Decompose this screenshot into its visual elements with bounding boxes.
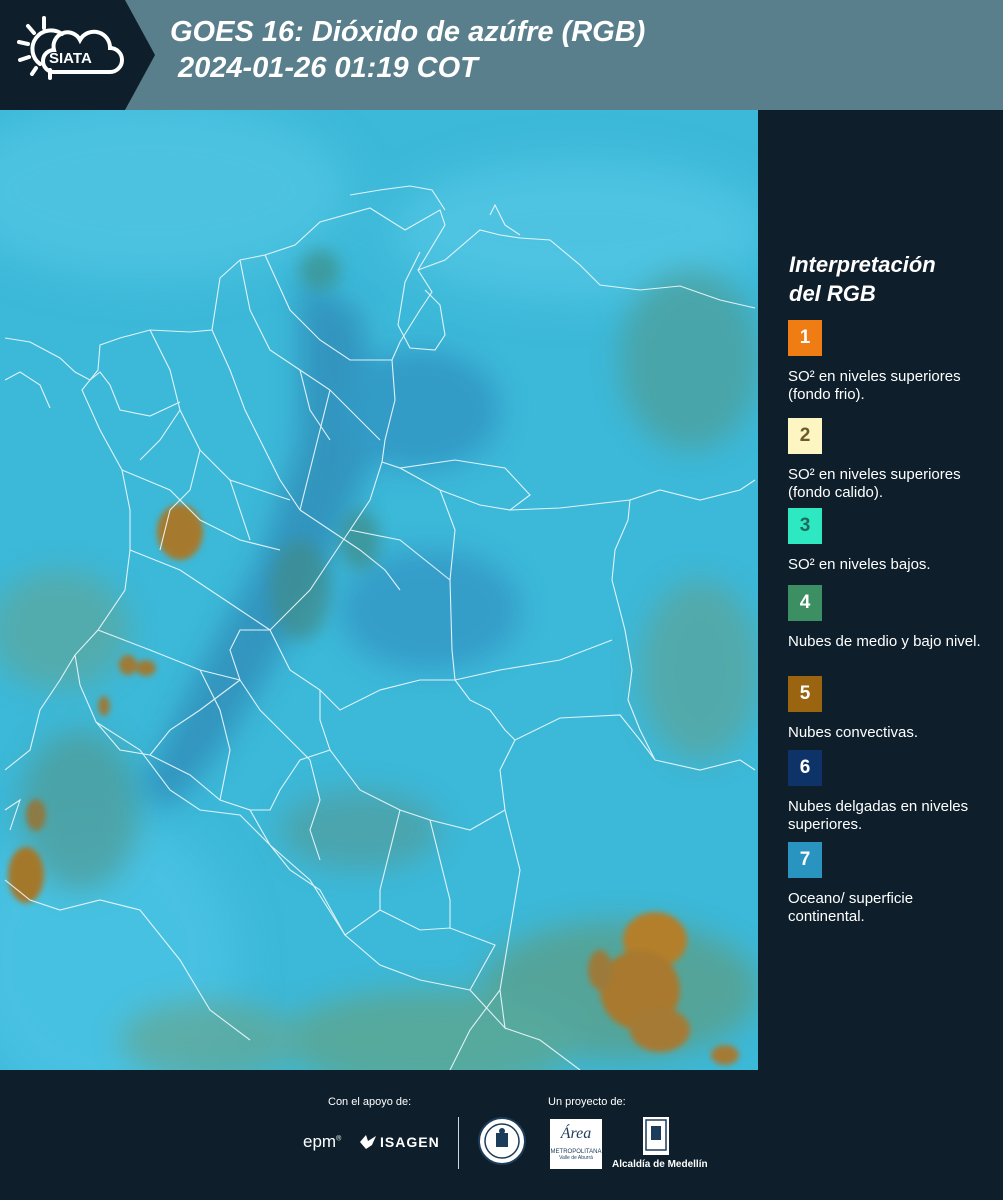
legend-item-2: 2 SO² en niveles superiores (fondo calido…: [788, 418, 988, 502]
legend-description: SO² en niveles superiores (fondo frio).: [788, 368, 961, 403]
shield-icon: [645, 1119, 667, 1151]
legend-swatch: 4: [788, 585, 822, 621]
area-metropolitana-logo: Área METROPOLITANA Valle de Aburrá: [550, 1119, 602, 1169]
isagen-logo-icon: [360, 1135, 376, 1149]
footer: Con el apoyo de: Un proyecto de: epm® IS…: [0, 1070, 1003, 1200]
title-line-1: GOES 16: Dióxido de azúfre (RGB): [170, 16, 646, 48]
legend-swatch: 3: [788, 508, 822, 544]
footer-divider: [458, 1117, 459, 1169]
legend-description: SO² en niveles bajos.: [788, 556, 931, 573]
alcaldia-text: Alcaldía de Medellín: [612, 1159, 708, 1170]
legend-swatch: 5: [788, 676, 822, 712]
support-label: Con el apoyo de:: [328, 1096, 412, 1108]
legend-panel: Interpretación del RGB 1 SO² en niveles s…: [758, 110, 1003, 1070]
header-bar: SIATA GOES 16: Dióxido de azúfre (RGB) 2…: [0, 0, 1003, 110]
legend-swatch: 1: [788, 320, 822, 356]
legend-item-7: 7 Oceano/ superficie continental.: [788, 842, 988, 926]
legend-description: Nubes convectivas.: [788, 724, 919, 741]
legend-item-4: 4 Nubes de medio y bajo nivel.: [788, 585, 988, 651]
epm-logo: epm®: [303, 1132, 342, 1151]
legend-swatch: 2: [788, 418, 822, 454]
legend-item-1: 1 SO² en niveles superiores (fondo frio).: [788, 320, 988, 404]
legend-swatch: 6: [788, 750, 822, 786]
so2-rgb-image: [0, 110, 758, 1070]
page-title: GOES 16: Dióxido de azúfre (RGB) 2024-01…: [170, 14, 645, 86]
legend-description: Nubes de medio y bajo nivel.: [788, 633, 981, 650]
siata-logo-icon: SIATA: [17, 16, 124, 80]
legend-item-6: 6 Nubes delgadas en niveles superiores.: [788, 750, 988, 834]
legend-title: Interpretación del RGB: [789, 250, 989, 308]
area-logo-word: Área: [560, 1125, 592, 1142]
satellite-map[interactable]: [0, 110, 758, 1070]
legend-swatch: 7: [788, 842, 822, 878]
project-label: Un proyecto de:: [548, 1096, 626, 1108]
legend-description: SO² en niveles superiores (fondo calido)…: [788, 466, 961, 501]
svg-text:SIATA: SIATA: [49, 50, 92, 67]
medellin-seal-icon: [478, 1117, 526, 1165]
epm-logo-text: epm: [303, 1132, 337, 1151]
legend-title-line-2: del RGB: [789, 281, 876, 306]
siata-logo-block: SIATA: [0, 0, 155, 110]
seal-icon: [484, 1123, 520, 1159]
alcaldia-shield-icon: [643, 1117, 669, 1155]
title-line-2: 2024-01-26 01:19 COT: [178, 52, 478, 84]
legend-item-5: 5 Nubes convectivas.: [788, 676, 988, 742]
legend-item-3: 3 SO² en niveles bajos.: [788, 508, 988, 574]
isagen-logo-text: ISAGEN: [380, 1134, 440, 1150]
legend-title-line-1: Interpretación: [789, 252, 936, 277]
legend-description: Nubes delgadas en niveles superiores.: [788, 798, 969, 833]
area-logo-sub2: Valle de Aburrá: [559, 1155, 593, 1161]
legend-description: Oceano/ superficie continental.: [788, 890, 914, 925]
